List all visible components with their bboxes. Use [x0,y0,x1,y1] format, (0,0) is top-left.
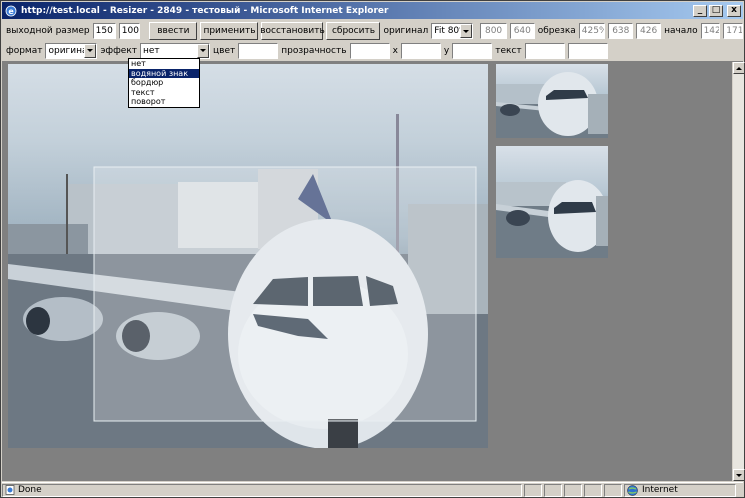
maximize-button[interactable]: □ [709,4,723,17]
browser-window: e http://test.local - Resizer - 2849 - т… [0,0,745,498]
original-label: оригинал [383,26,429,36]
status-segment [524,483,542,497]
zoom-select[interactable]: Fit 80% [431,23,474,39]
effect-option[interactable]: нет [129,59,199,69]
thumbnail-small[interactable] [496,64,608,138]
format-select[interactable]: оригинал [45,42,98,59]
original-height-field: 640 [509,23,535,39]
effect-option[interactable]: водяной знак [129,68,199,78]
thumbnail-large[interactable] [496,146,608,258]
effect-value: нет [143,45,160,56]
crop-label: обрезка [537,26,576,36]
arrow-up-icon [736,66,742,70]
transparency-input[interactable] [349,42,390,59]
scroll-up-button[interactable] [733,62,745,74]
status-segment [544,483,562,497]
effect-label: эффект [100,45,138,56]
security-zone: Internet [624,483,736,497]
zoom-value: Fit 80% [434,26,460,36]
arrow-down-icon [736,473,742,477]
y-input[interactable] [452,42,493,59]
start-label: начало [664,26,698,36]
status-message: Done [2,483,522,497]
status-segment [584,483,602,497]
scroll-down-button[interactable] [733,469,745,481]
x-input[interactable] [400,42,441,59]
reset-button[interactable]: сбросить [326,22,381,40]
globe-icon [627,484,638,496]
airplane-photo [8,114,488,448]
effect-option[interactable]: бордюр [129,78,199,88]
color-label: цвет [213,45,236,56]
start-y-field: 171 [723,23,744,39]
output-height-input[interactable]: 100 [118,23,141,39]
x-label: x [392,45,398,56]
vertical-scrollbar[interactable] [732,62,745,481]
zone-text: Internet [642,485,678,495]
crop-height-field: 426 [636,23,662,39]
status-segment [564,483,582,497]
effects-toolbar: формат оригинал эффект нет цвет прозрачн… [2,40,743,62]
original-width-field: 800 [480,23,507,39]
resize-toolbar: выходной размер 150 100 ввести применить… [2,20,744,42]
output-width-input[interactable]: 150 [92,23,116,39]
status-bar: Done Internet [2,482,743,497]
format-value: оригинал [48,45,84,56]
crop-percent-field: 425% [578,23,606,39]
close-button[interactable]: x [727,4,741,17]
minimize-button[interactable]: _ [693,4,707,17]
effect-dropdown-list[interactable]: нет водяной знак бордюр текст поворот [128,58,200,108]
effect-option[interactable]: текст [129,88,199,98]
status-text: Done [18,485,42,495]
text-label: текст [495,45,522,56]
crop-width-field: 638 [608,23,634,39]
chevron-down-icon [197,43,210,58]
y-label: y [443,45,450,56]
output-size-label: выходной размер [6,26,90,36]
restore-button[interactable]: восстановить [260,22,325,40]
extra-input[interactable] [567,42,608,59]
status-segment [604,483,622,497]
chevron-down-icon [460,24,473,38]
apply-button[interactable]: применить [200,22,259,40]
effect-select[interactable]: нет [140,42,211,59]
format-label: формат [6,45,43,56]
start-x-field: 142 [700,23,721,39]
transparency-label: прозрачность [281,45,347,56]
text-input[interactable] [524,42,565,59]
chevron-down-icon [84,43,97,58]
svg-text:e: e [8,7,14,16]
effect-option[interactable]: поворот [129,97,199,107]
page-icon [5,485,15,495]
main-image [8,64,488,448]
color-input[interactable] [238,42,279,59]
title-bar: e http://test.local - Resizer - 2849 - т… [2,2,743,19]
enter-button[interactable]: ввести [149,22,198,40]
ie-icon: e [4,4,18,18]
window-title: http://test.local - Resizer - 2849 - тес… [21,5,389,16]
